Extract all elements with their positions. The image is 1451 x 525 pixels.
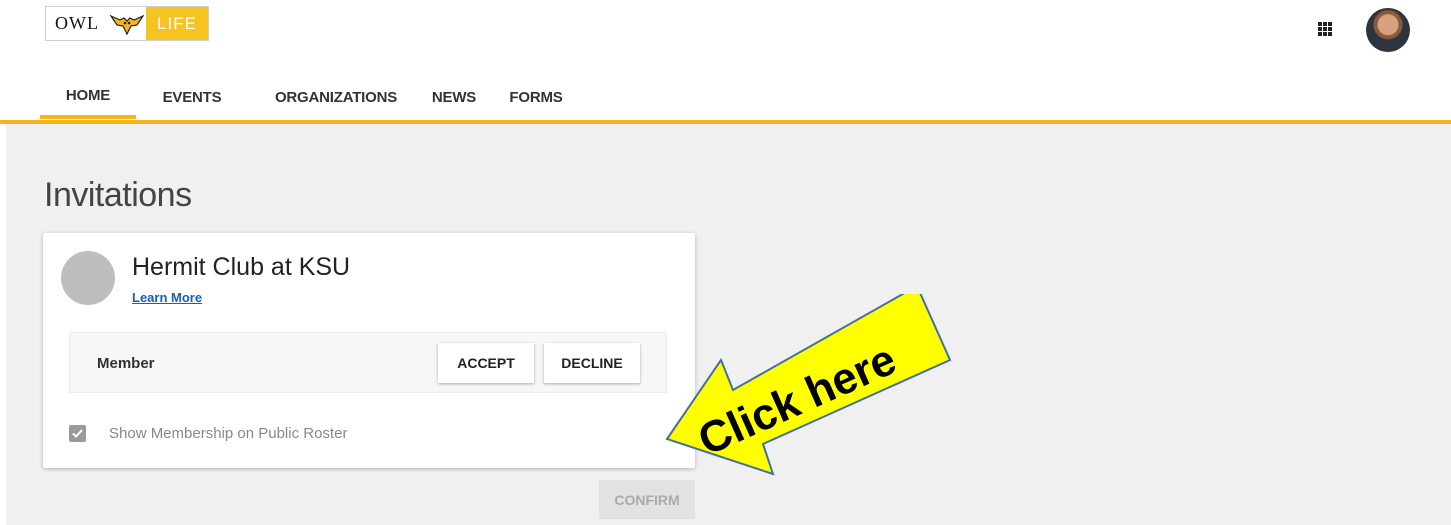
main-nav: HOME EVENTS ORGANIZATIONS NEWS FORMS	[40, 75, 570, 119]
logo-life-word: Life	[157, 13, 197, 33]
show-on-roster-label: Show Membership on Public Roster	[109, 425, 348, 442]
org-avatar	[61, 251, 115, 305]
click-here-callout: Click here	[665, 294, 952, 476]
role-label: Member	[97, 355, 155, 372]
nav-home[interactable]: HOME	[40, 75, 136, 119]
checkmark-icon	[72, 429, 83, 438]
top-header: Owl Life HOME EVENTS ORGANIZATIONS NEWS …	[0, 0, 1451, 124]
logo-life-text: Life	[146, 7, 208, 40]
nav-organizations[interactable]: ORGANIZATIONS	[270, 75, 402, 119]
user-avatar[interactable]	[1366, 8, 1410, 52]
apps-grid-icon[interactable]	[1318, 22, 1332, 36]
owl-bird-icon	[108, 7, 146, 40]
accept-button[interactable]: ACCEPT	[438, 343, 534, 383]
main-content: Invitations Hermit Club at KSU Learn Mor…	[0, 124, 1451, 525]
page-title: Invitations	[44, 176, 192, 214]
logo-owl-text: Owl	[46, 7, 108, 40]
nav-events[interactable]: EVENTS	[156, 75, 228, 119]
show-on-roster-checkbox[interactable]	[69, 425, 86, 442]
decline-button[interactable]: DECLINE	[544, 343, 640, 383]
invitation-card: Hermit Club at KSU Learn More Member ACC…	[43, 233, 695, 468]
owl-life-logo[interactable]: Owl Life	[45, 6, 209, 41]
role-row: Member ACCEPT DECLINE	[69, 332, 667, 393]
org-name: Hermit Club at KSU	[132, 253, 351, 281]
nav-forms[interactable]: FORMS	[502, 75, 570, 119]
logo-owl-word: Owl	[55, 13, 99, 33]
nav-news[interactable]: NEWS	[426, 75, 482, 119]
learn-more-link[interactable]: Learn More	[132, 290, 202, 305]
